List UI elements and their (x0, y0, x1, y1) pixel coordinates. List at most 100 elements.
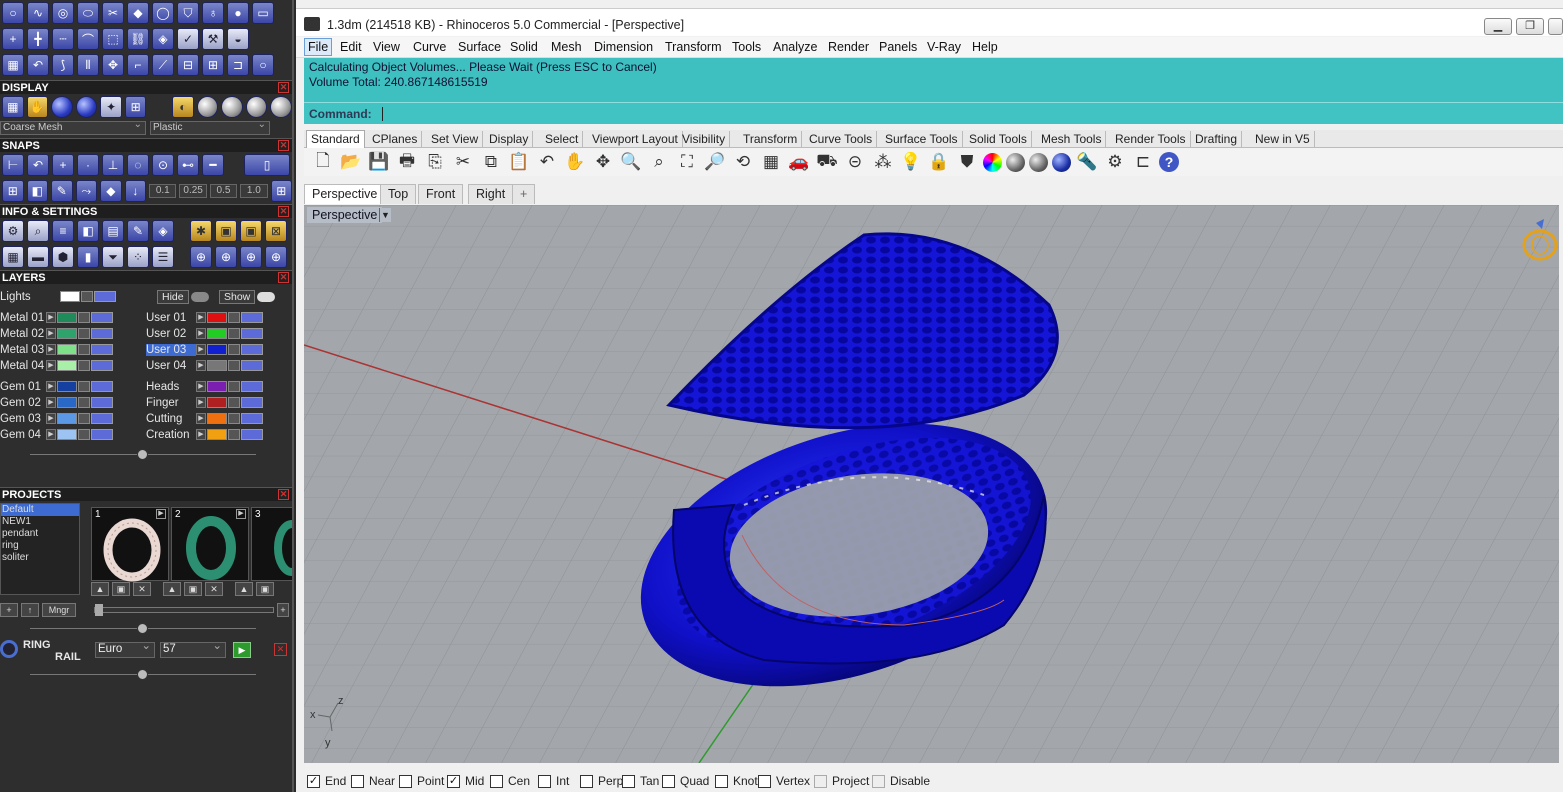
silver-material-icon[interactable] (196, 96, 219, 118)
snap-diamond-icon[interactable]: ◆ (100, 180, 122, 202)
gold-frame-2-icon[interactable]: ▣ (240, 220, 262, 242)
menu-solid[interactable]: Solid (507, 40, 541, 54)
snap-line-icon[interactable]: ━ (202, 154, 224, 176)
tab-render-tools[interactable]: Render Tools (1111, 131, 1191, 148)
target-tool-icon[interactable]: ⊕ (190, 246, 212, 268)
link-tool-icon[interactable]: ⛓ (127, 28, 149, 50)
close-projects-icon[interactable]: ✕ (278, 489, 289, 500)
layer-row[interactable]: Gem 01 ▶ (0, 379, 113, 394)
weight-icon[interactable]: ⬢ (52, 246, 74, 268)
viewport-label[interactable]: Perspective (307, 207, 383, 223)
layer-color-swatch[interactable] (207, 381, 227, 392)
layer-row[interactable]: Gem 03 ▶ (0, 411, 113, 426)
menu-surface[interactable]: Surface (455, 40, 504, 54)
menu-render[interactable]: Render (825, 40, 872, 54)
lock-icon[interactable] (81, 291, 93, 302)
move-up-icon[interactable]: ▲ (163, 582, 181, 596)
layer-color-swatch[interactable] (57, 360, 77, 371)
select-tool-icon[interactable]: ⬚ (102, 28, 124, 50)
project-thumbnail-2[interactable]: 2 ▶ (171, 507, 249, 581)
viewport-tab-perspective[interactable]: Perspective (304, 184, 386, 204)
tab-curve-tools[interactable]: Curve Tools (805, 131, 878, 148)
book-icon[interactable]: ▤ (102, 220, 124, 242)
expand-arrow-icon[interactable]: ▶ (196, 381, 206, 392)
snap-value-2[interactable]: 0.25 (179, 184, 207, 198)
zoom-extents-icon[interactable]: ⛶ (675, 150, 699, 174)
snap-point-icon[interactable]: · (77, 154, 99, 176)
rendered-mode-icon[interactable] (75, 96, 98, 118)
add-project-button[interactable]: + (0, 603, 18, 617)
close-ringrail-icon[interactable]: ✕ (274, 643, 287, 656)
osnap-perp[interactable]: Perp (580, 774, 623, 788)
color-wheel-icon[interactable] (983, 152, 1002, 172)
gold-delete-icon[interactable]: ⊠ (265, 220, 287, 242)
expand-arrow-icon[interactable]: ▶ (196, 413, 206, 424)
checkbox[interactable] (399, 774, 412, 788)
technical-mode-icon[interactable]: ⊞ (124, 96, 147, 118)
lock-icon[interactable] (78, 413, 90, 424)
rotate-view-icon[interactable]: ⟲ (731, 150, 755, 174)
checkbox[interactable] (538, 774, 551, 788)
move-up-icon[interactable]: ▲ (91, 582, 109, 596)
menu-tools[interactable]: Tools (729, 40, 764, 54)
zoom-search-icon[interactable]: ⌕ (27, 220, 49, 242)
layer-visibility-toggle[interactable] (91, 360, 113, 371)
layer-visibility-toggle[interactable] (94, 291, 116, 302)
close-layers-icon[interactable]: ✕ (278, 272, 289, 283)
lock-icon[interactable] (228, 397, 240, 408)
gold-frame-icon[interactable]: ▣ (215, 220, 237, 242)
blue-sphere-icon[interactable] (1052, 152, 1071, 172)
bracket-tool-icon[interactable]: ⊐ (227, 54, 249, 76)
tab-transform[interactable]: Transform (739, 131, 803, 148)
viewport-canvas[interactable] (304, 205, 1559, 763)
hide-button[interactable]: Hide (157, 289, 189, 304)
minimize-button[interactable]: ▁ (1484, 18, 1512, 35)
pearl-tool-icon[interactable]: ● (227, 2, 249, 24)
purple-gem-icon[interactable]: ◈ (152, 28, 174, 50)
project-item[interactable]: NEW1 (1, 516, 79, 528)
expand-arrow-icon[interactable]: ▶ (46, 344, 56, 355)
layer-visibility-toggle[interactable] (241, 360, 263, 371)
close-snaps-icon[interactable]: ✕ (278, 140, 289, 151)
osnap-quad[interactable]: Quad (662, 774, 709, 788)
lock-icon[interactable] (228, 429, 240, 440)
lock-icon[interactable] (228, 381, 240, 392)
osnap-cen[interactable]: Cen (490, 774, 530, 788)
menu-analyze[interactable]: Analyze (770, 40, 820, 54)
ellipse-tool-icon[interactable]: ⬭ (77, 2, 99, 24)
layer-row[interactable]: Cutting ▶ (146, 411, 263, 426)
layer-color-swatch[interactable] (57, 381, 77, 392)
target-tool-4-icon[interactable]: ⊕ (265, 246, 287, 268)
layer-visibility-toggle[interactable] (91, 381, 113, 392)
snap-arrow-icon[interactable]: ↓ (124, 180, 147, 202)
layer-row[interactable]: Metal 01 ▶ (0, 310, 113, 325)
material-select[interactable]: Plastic (150, 119, 270, 135)
checkbox[interactable]: ✓ (447, 774, 460, 788)
layer-visibility-toggle[interactable] (241, 397, 263, 408)
close-window-button[interactable] (1548, 18, 1563, 35)
hide-toggle-icon[interactable] (190, 291, 209, 302)
layer-row[interactable]: User 02 ▶ (146, 326, 263, 341)
snap-curve-icon[interactable]: ↶ (27, 154, 49, 176)
menu-mesh[interactable]: Mesh (548, 40, 585, 54)
render-mode-icon[interactable]: ✋ (26, 96, 49, 118)
light-bulb-icon[interactable]: 💡 (899, 150, 923, 174)
lamp-icon[interactable]: 🔦 (1075, 150, 1099, 174)
expand-arrow-icon[interactable]: ▶ (46, 397, 56, 408)
thumbnail-scrollbar[interactable] (94, 604, 274, 616)
project-item[interactable]: Default (1, 504, 79, 516)
save-icon[interactable]: ▣ (112, 582, 130, 596)
menu-vray[interactable]: V-Ray (924, 40, 964, 54)
command-prompt[interactable]: Command: (304, 102, 1563, 124)
layer-row[interactable]: User 03 ▶ (146, 342, 263, 357)
osnap-end[interactable]: ✓ End (307, 774, 346, 788)
print-icon[interactable]: 🖶 (395, 150, 419, 174)
save-icon[interactable]: ▣ (256, 582, 274, 596)
layer-row-lights[interactable]: Lights (0, 289, 116, 304)
menu-file[interactable]: File (304, 38, 333, 56)
osnap-tan[interactable]: Tan (622, 774, 659, 788)
check-tool-icon[interactable]: ✓ (177, 28, 199, 50)
layer-color-swatch[interactable] (207, 312, 227, 323)
layer-color-swatch[interactable] (207, 413, 227, 424)
arc-tool-icon[interactable]: ⌒ (77, 28, 99, 50)
